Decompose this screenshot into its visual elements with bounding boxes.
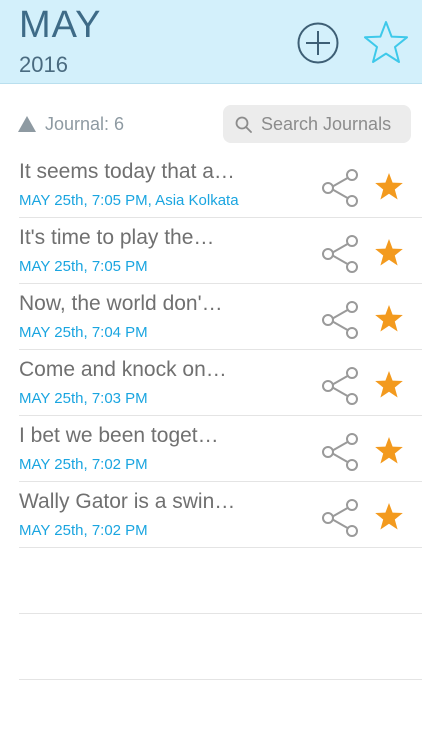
share-icon	[322, 499, 358, 537]
share-button[interactable]	[321, 234, 361, 274]
entry-date: MAY 25th, 7:03 PM	[19, 390, 148, 407]
entry-date: MAY 25th, 7:02 PM	[19, 522, 148, 539]
journal-entry-row[interactable]: Come and knock on… MAY 25th, 7:03 PM	[19, 350, 422, 416]
share-button[interactable]	[321, 498, 361, 538]
journal-entry-row[interactable]: Now, the world don'… MAY 25th, 7:04 PM	[19, 284, 422, 350]
header-bar: MAY 2016	[0, 0, 422, 84]
search-input[interactable]	[261, 113, 409, 135]
star-outline-icon	[364, 21, 408, 63]
star-filled-icon	[375, 371, 403, 398]
share-icon	[322, 367, 358, 405]
entry-date: MAY 25th, 7:04 PM	[19, 324, 148, 341]
star-filled-icon	[375, 239, 403, 266]
share-button[interactable]	[321, 300, 361, 340]
favorite-toggle[interactable]	[374, 238, 404, 268]
journal-entry-row[interactable]: It's time to play the… MAY 25th, 7:05 PM	[19, 218, 422, 284]
entry-title: Come and knock on…	[19, 358, 227, 381]
share-icon	[322, 235, 358, 273]
plus-circle-icon	[297, 22, 339, 64]
share-button[interactable]	[321, 366, 361, 406]
entry-title: Wally Gator is a swin…	[19, 490, 236, 513]
journal-toolbar: Journal: 6	[0, 104, 422, 144]
entry-title: Now, the world don'…	[19, 292, 223, 315]
favorite-toggle[interactable]	[374, 436, 404, 466]
favorite-toggle[interactable]	[374, 370, 404, 400]
favorite-toggle[interactable]	[374, 502, 404, 532]
entry-title: It's time to play the…	[19, 226, 215, 249]
journal-list: It seems today that a… MAY 25th, 7:05 PM…	[0, 152, 422, 548]
favorite-toggle[interactable]	[374, 304, 404, 334]
sort-toggle[interactable]: Journal: 6	[18, 112, 124, 136]
share-icon	[322, 169, 358, 207]
share-icon	[322, 433, 358, 471]
entry-title: I bet we been toget…	[19, 424, 219, 447]
favorites-button[interactable]	[363, 19, 409, 65]
favorite-toggle[interactable]	[374, 172, 404, 202]
empty-row-divider	[19, 613, 422, 614]
star-filled-icon	[375, 503, 403, 530]
star-filled-icon	[375, 173, 403, 200]
star-filled-icon	[375, 437, 403, 464]
month-title: MAY	[19, 4, 102, 46]
share-button[interactable]	[321, 432, 361, 472]
triangle-up-icon	[18, 116, 36, 132]
year-subtitle: 2016	[19, 52, 68, 77]
share-icon	[322, 301, 358, 339]
magnifier-icon	[235, 116, 252, 133]
journal-count: Journal: 6	[45, 113, 125, 134]
journal-entry-row[interactable]: Wally Gator is a swin… MAY 25th, 7:02 PM	[19, 482, 422, 548]
journal-entry-row[interactable]: I bet we been toget… MAY 25th, 7:02 PM	[19, 416, 422, 482]
share-button[interactable]	[321, 168, 361, 208]
search-box[interactable]	[223, 105, 411, 143]
entry-date: MAY 25th, 7:05 PM	[19, 258, 148, 275]
entry-date: MAY 25th, 7:02 PM	[19, 456, 148, 473]
add-journal-button[interactable]	[297, 22, 339, 64]
journal-entry-row[interactable]: It seems today that a… MAY 25th, 7:05 PM…	[19, 152, 422, 218]
empty-row-divider	[19, 679, 422, 680]
entry-title: It seems today that a…	[19, 160, 235, 183]
entry-date: MAY 25th, 7:05 PM, Asia Kolkata	[19, 192, 239, 209]
star-filled-icon	[375, 305, 403, 332]
